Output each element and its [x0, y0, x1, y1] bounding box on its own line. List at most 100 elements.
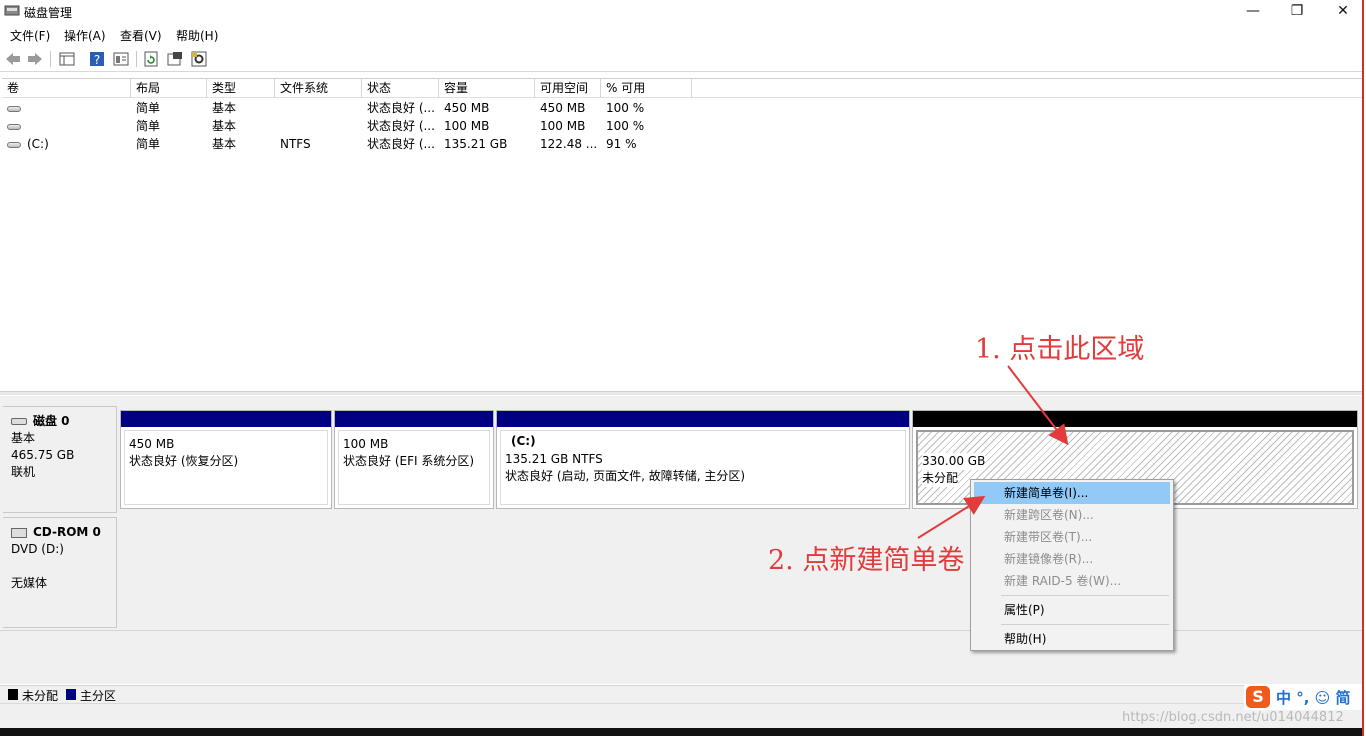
- settings-icon[interactable]: [190, 50, 208, 68]
- menu-item-new-raid5-volume[interactable]: 新建 RAID-5 卷(W)...: [974, 570, 1170, 592]
- volume-cell: [2, 117, 131, 135]
- partition-bar: [913, 411, 1357, 427]
- status-cell: 状态良好 (...: [367, 137, 435, 151]
- type-cell: 基本: [212, 119, 237, 133]
- annotation-step-2: 2. 点新建简单卷: [768, 545, 965, 576]
- menu-action[interactable]: 操作(A): [64, 27, 106, 44]
- menu-item-new-mirrored-volume[interactable]: 新建镜像卷(R)...: [974, 548, 1170, 570]
- menu-item-help[interactable]: 帮助(H): [974, 628, 1170, 650]
- toolbar: ?: [0, 47, 1366, 72]
- unallocated-swatch: [8, 689, 18, 700]
- annotation-step-1: 1. 点击此区域: [975, 334, 1145, 365]
- partition-status: 状态良好 (启动, 页面文件, 故障转储, 主分区): [505, 469, 746, 483]
- menu-bar: 文件(F) 操作(A) 查看(V) 帮助(H): [0, 25, 1366, 45]
- partition-status: 未分配: [922, 470, 959, 487]
- disk-0-label[interactable]: 磁盘 0 基本 465.75 GB 联机: [3, 406, 117, 513]
- column-header-free-space[interactable]: 可用空间: [535, 79, 601, 98]
- type-cell: 基本: [212, 137, 237, 151]
- menu-item-new-simple-volume[interactable]: 新建简单卷(I)...: [974, 482, 1170, 504]
- maximize-button[interactable]: ❐: [1274, 0, 1320, 22]
- capacity-cell: 100 MB: [444, 119, 490, 133]
- menu-item-new-striped-volume[interactable]: 新建带区卷(T)...: [974, 526, 1170, 548]
- show-hide-tree-icon[interactable]: [58, 50, 76, 68]
- partition-c[interactable]: (C:) 135.21 GB NTFS 状态良好 (启动, 页面文件, 故障转储…: [496, 410, 910, 509]
- back-icon[interactable]: [4, 50, 22, 68]
- partition-size: 100 MB: [343, 437, 389, 451]
- column-header-filesystem[interactable]: 文件系统: [275, 79, 362, 98]
- window-border: [1362, 0, 1366, 736]
- percent-free-cell: 91 %: [606, 137, 637, 151]
- status-cell: 状态良好 (...: [367, 119, 435, 133]
- menu-item-properties[interactable]: 属性(P): [974, 599, 1170, 621]
- partition-recovery[interactable]: 450 MB 状态良好 (恢复分区): [120, 410, 332, 509]
- menu-file[interactable]: 文件(F): [10, 27, 50, 44]
- percent-free-cell: 100 %: [606, 101, 645, 115]
- drive-icon: [7, 105, 21, 112]
- cdrom-drive: DVD (D:): [11, 542, 64, 556]
- column-header-volume[interactable]: 卷: [2, 79, 131, 98]
- capacity-cell: 135.21 GB: [444, 137, 508, 151]
- minimize-button[interactable]: —: [1230, 0, 1276, 22]
- help-icon[interactable]: ?: [88, 50, 106, 68]
- list-header: 卷 布局 类型 文件系统 状态 容量 可用空间 % 可用: [2, 79, 1362, 98]
- taskbar: [0, 728, 1366, 736]
- partition-bar: [497, 411, 909, 427]
- partition-status: 状态良好 (恢复分区): [129, 454, 239, 468]
- toolbar-separator: [136, 51, 137, 67]
- column-header-capacity[interactable]: 容量: [439, 79, 535, 98]
- column-header-type[interactable]: 类型: [207, 79, 275, 98]
- disk-type: 基本: [11, 431, 36, 445]
- column-header-percent-free[interactable]: % 可用: [601, 79, 692, 98]
- column-header-status[interactable]: 状态: [362, 79, 439, 98]
- table-row[interactable]: 简单 基本 状态良好 (... 100 MB 100 MB 100 %: [2, 117, 1362, 135]
- cdrom-0-label[interactable]: CD-ROM 0 DVD (D:) 无媒体: [3, 517, 117, 628]
- primary-swatch: [66, 689, 76, 700]
- disk-status: 联机: [11, 465, 36, 479]
- type-cell: 基本: [212, 101, 237, 115]
- free-space-cell: 100 MB: [540, 119, 586, 133]
- free-space-cell: 122.48 ...: [540, 137, 598, 151]
- free-space-cell: 450 MB: [540, 101, 586, 115]
- refresh-icon[interactable]: [142, 50, 160, 68]
- cdrom-name: CD-ROM 0: [33, 525, 101, 539]
- context-menu: 新建简单卷(I)... 新建跨区卷(N)... 新建带区卷(T)... 新建镜像…: [970, 479, 1174, 651]
- percent-free-cell: 100 %: [606, 119, 645, 133]
- partition-title: (C:): [511, 434, 536, 448]
- properties-icon[interactable]: [112, 50, 130, 68]
- filesystem-cell: [275, 99, 362, 117]
- table-row[interactable]: 简单 基本 状态良好 (... 450 MB 450 MB 100 %: [2, 99, 1362, 117]
- partition-size: 330.00 GB: [922, 453, 986, 470]
- table-row[interactable]: (C:) 简单 基本 NTFS 状态良好 (... 135.21 GB 122.…: [2, 135, 1362, 153]
- menu-help[interactable]: 帮助(H): [176, 27, 218, 44]
- column-header-layout[interactable]: 布局: [131, 79, 207, 98]
- partition-size: 450 MB: [129, 437, 175, 451]
- toolbar-separator: [50, 51, 51, 67]
- rescan-icon[interactable]: [166, 50, 184, 68]
- volume-name: (C:): [27, 137, 49, 151]
- menu-view[interactable]: 查看(V): [120, 27, 162, 44]
- sogou-logo-icon: S: [1246, 686, 1270, 708]
- partition-body: (C:) 135.21 GB NTFS 状态良好 (启动, 页面文件, 故障转储…: [500, 430, 906, 505]
- title-bar: 磁盘管理 — ❐ ✕: [0, 0, 1366, 23]
- volume-cell: (C:): [2, 135, 131, 153]
- filesystem-cell: [275, 117, 362, 135]
- layout-cell: 简单: [136, 101, 161, 115]
- partition-size: 135.21 GB NTFS: [505, 452, 603, 466]
- ime-toolbar[interactable]: S 中 °, ☺ 简: [1244, 684, 1362, 710]
- close-button[interactable]: ✕: [1320, 0, 1366, 22]
- status-cell: 状态良好 (...: [367, 101, 435, 115]
- volume-cell: [2, 99, 131, 117]
- layout-cell: 简单: [136, 119, 161, 133]
- menu-item-new-spanned-volume[interactable]: 新建跨区卷(N)...: [974, 504, 1170, 526]
- disk-management-icon: [4, 5, 20, 16]
- partition-efi[interactable]: 100 MB 状态良好 (EFI 系统分区): [334, 410, 494, 509]
- drive-icon: [7, 123, 21, 130]
- volume-list: 卷 布局 类型 文件系统 状态 容量 可用空间 % 可用 简单 基本 状态良好 …: [2, 78, 1362, 390]
- watermark: https://blog.csdn.net/u014044812: [1122, 710, 1344, 725]
- menu-separator: [1001, 624, 1169, 625]
- legend-primary: 主分区: [80, 689, 117, 703]
- pane-splitter[interactable]: [0, 391, 1362, 395]
- forward-icon[interactable]: [26, 50, 44, 68]
- disk-icon: [11, 418, 27, 425]
